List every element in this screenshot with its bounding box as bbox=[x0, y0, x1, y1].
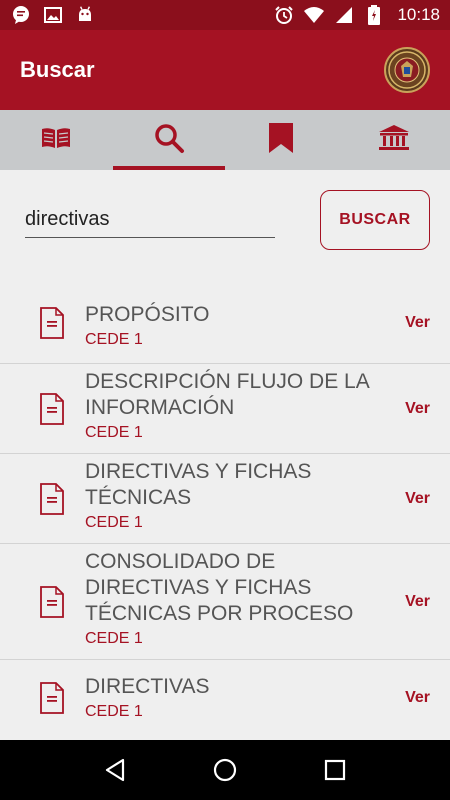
document-icon bbox=[40, 392, 64, 425]
results-list: PROPÓSITO CEDE 1 Ver DESCRIPCIÓN FLUJO D… bbox=[0, 282, 450, 736]
battery-icon bbox=[363, 4, 385, 26]
result-subtitle: CEDE 1 bbox=[85, 331, 143, 348]
ver-link[interactable]: Ver bbox=[405, 400, 430, 418]
alarm-icon bbox=[273, 4, 295, 26]
android-icon bbox=[74, 4, 96, 26]
signal-icon bbox=[333, 4, 355, 26]
wifi-icon bbox=[303, 4, 325, 26]
list-item[interactable]: DIRECTIVAS Y FICHAS TÉCNICAS CEDE 1 Ver bbox=[0, 454, 450, 544]
document-icon bbox=[40, 585, 64, 618]
ver-link[interactable]: Ver bbox=[405, 593, 430, 611]
list-item[interactable]: PROPÓSITO CEDE 1 Ver bbox=[0, 282, 450, 364]
document-icon bbox=[40, 482, 64, 515]
image-icon bbox=[42, 4, 64, 26]
emblem-logo bbox=[384, 47, 430, 93]
screen: 10:18 Buscar directivas BUSCAR PROPÓSITO… bbox=[0, 0, 450, 800]
list-item[interactable]: DIRECTIVAS CEDE 1 Ver bbox=[0, 660, 450, 736]
document-icon bbox=[40, 306, 64, 339]
search-icon bbox=[153, 122, 185, 159]
institution-icon bbox=[378, 124, 410, 157]
bookmark-icon bbox=[268, 122, 294, 159]
document-icon bbox=[40, 682, 64, 714]
result-title: DIRECTIVAS Y FICHAS TÉCNICAS bbox=[85, 460, 312, 509]
search-input[interactable] bbox=[25, 202, 275, 238]
recents-icon[interactable] bbox=[315, 750, 355, 790]
result-title: CONSOLIDADO DE DIRECTIVAS Y FICHAS TÉCNI… bbox=[85, 550, 354, 625]
navigation-bar bbox=[0, 740, 450, 800]
ver-link[interactable]: Ver bbox=[405, 314, 430, 332]
search-row: BUSCAR bbox=[25, 190, 430, 250]
home-icon[interactable] bbox=[205, 750, 245, 790]
ver-link[interactable]: Ver bbox=[405, 490, 430, 508]
page-title: Buscar bbox=[20, 57, 95, 82]
result-subtitle: CEDE 1 bbox=[85, 630, 143, 647]
tab-search[interactable] bbox=[112, 110, 226, 170]
tab-bar bbox=[0, 110, 450, 170]
result-subtitle: CEDE 1 bbox=[85, 424, 143, 441]
tab-institution[interactable] bbox=[338, 110, 450, 170]
book-icon bbox=[40, 126, 72, 155]
status-bar: 10:18 bbox=[0, 0, 450, 30]
ver-link[interactable]: Ver bbox=[405, 689, 430, 707]
back-icon[interactable] bbox=[95, 750, 135, 790]
result-subtitle: CEDE 1 bbox=[85, 703, 143, 720]
result-title: DESCRIPCIÓN FLUJO DE LA INFORMACIÓN bbox=[85, 370, 369, 419]
result-title: DIRECTIVAS bbox=[85, 675, 210, 698]
app-bar: Buscar bbox=[0, 30, 450, 110]
status-time: 10:18 bbox=[397, 5, 440, 24]
search-button[interactable]: BUSCAR bbox=[320, 190, 430, 250]
tab-bookmark[interactable] bbox=[225, 110, 338, 170]
list-item[interactable]: CONSOLIDADO DE DIRECTIVAS Y FICHAS TÉCNI… bbox=[0, 544, 450, 660]
list-item[interactable]: DESCRIPCIÓN FLUJO DE LA INFORMACIÓN CEDE… bbox=[0, 364, 450, 454]
chat-icon bbox=[10, 4, 32, 26]
result-title: PROPÓSITO bbox=[85, 303, 210, 326]
tab-book[interactable] bbox=[0, 110, 113, 170]
result-subtitle: CEDE 1 bbox=[85, 514, 143, 531]
